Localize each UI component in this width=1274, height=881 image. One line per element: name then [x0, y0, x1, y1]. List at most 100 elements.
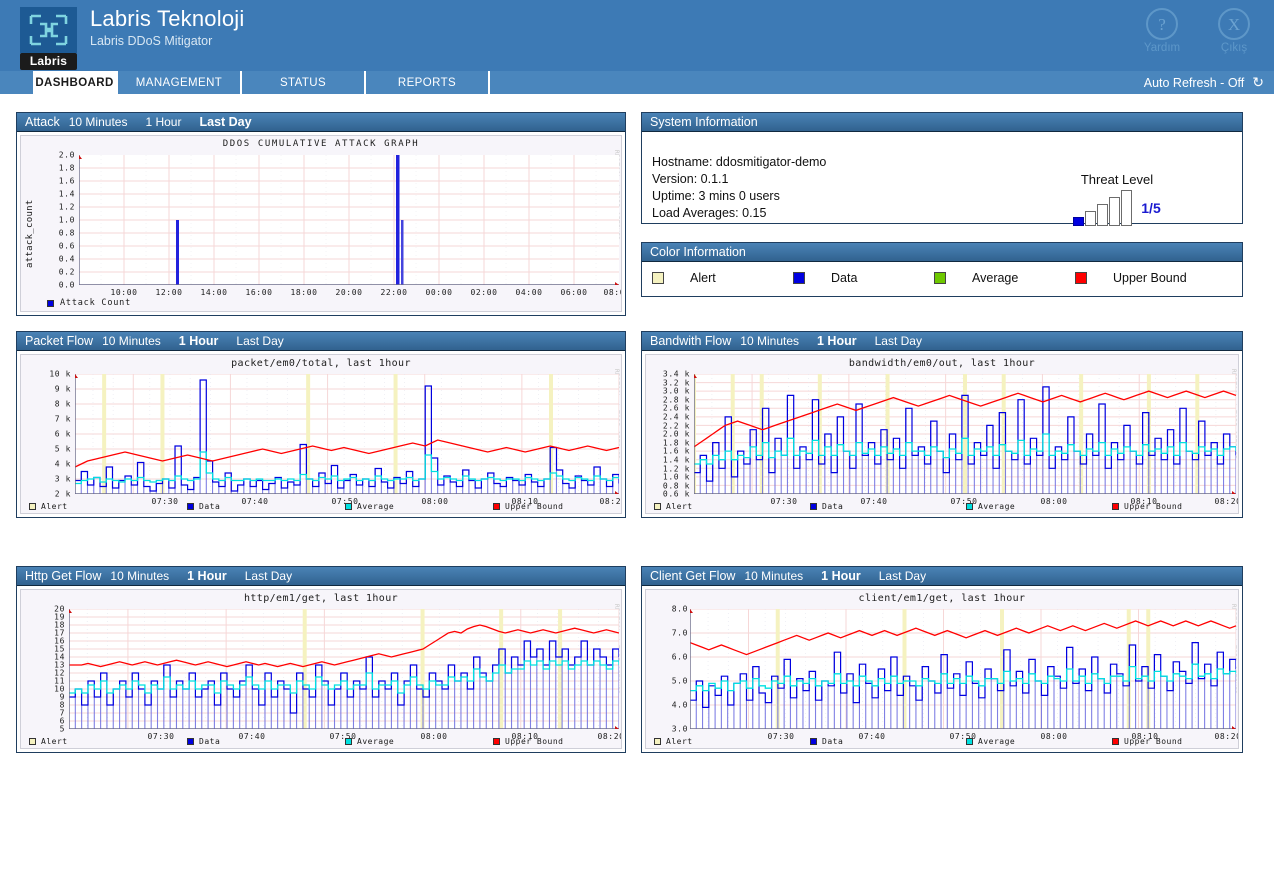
client-get-flow-tab-1-hour[interactable]: 1 Hour: [812, 569, 870, 583]
bandwith-flow-tab-1-hour[interactable]: 1 Hour: [808, 334, 866, 348]
bandwith-flow-tab-last-day[interactable]: Last Day: [866, 334, 931, 348]
client-get-flow-tab-last-day[interactable]: Last Day: [870, 569, 935, 583]
bandwith-flow-tab-10-minutes[interactable]: 10 Minutes: [731, 334, 808, 348]
threat-bar-3: [1097, 204, 1109, 226]
y-tick: 4 k: [54, 459, 71, 469]
legend-item-upper-bound: Upper Bound: [493, 502, 563, 511]
y-tick: 0.2: [58, 267, 75, 277]
color-label-data: Data: [831, 271, 858, 285]
panel-client-get-flow-header: Client Get Flow 10 Minutes 1 Hour Last D…: [642, 567, 1242, 586]
refresh-icon[interactable]: ↻: [1252, 74, 1264, 91]
attack-plot: [79, 155, 619, 285]
client-get-flow-chart-title: client/em1/get, last 1hour: [858, 593, 1026, 604]
help-button[interactable]: ? Yardım: [1136, 8, 1188, 54]
attack-legend: Attack Count: [47, 298, 131, 308]
main-tabbar: DASHBOARD MANAGEMENT STATUS REPORTS Auto…: [0, 71, 1274, 94]
attack-tab-1-hour[interactable]: 1 Hour: [136, 115, 190, 129]
exit-button[interactable]: X Çıkış: [1208, 8, 1260, 54]
auto-refresh-toggle[interactable]: Auto Refresh - Off ↻: [1144, 71, 1274, 94]
legend-item-upper-bound: Upper Bound: [1112, 737, 1182, 746]
bandwith-flow-chart[interactable]: bandwidth/em0/out, last 1hour RRDTOOL / …: [645, 354, 1239, 514]
x-tick: 00:00: [425, 288, 453, 297]
legend-swatch-data: [810, 503, 817, 510]
legend-label-data: Data: [199, 737, 221, 746]
y-tick: 9 k: [54, 384, 71, 394]
panel-system-information: System Information Hostname: ddosmitigat…: [641, 112, 1243, 226]
packet-flow-tab-10-minutes[interactable]: 10 Minutes: [93, 334, 170, 348]
color-item-average: Average: [934, 271, 1075, 285]
legend-swatch-alert: [29, 738, 36, 745]
color-swatch-alert: [652, 272, 664, 284]
tab-reports[interactable]: REPORTS: [366, 71, 490, 94]
attack-tab-10-minutes[interactable]: 10 Minutes: [60, 115, 137, 129]
legend-item-alert: Alert: [654, 502, 810, 511]
attack-chart[interactable]: DDOS CUMULATIVE ATTACK GRAPH RRDTOOL / T…: [20, 135, 622, 312]
panel-system-information-title: System Information: [650, 115, 758, 129]
legend-label-alert: Alert: [666, 737, 693, 746]
color-label-average: Average: [972, 271, 1019, 285]
legend-swatch-alert: [654, 503, 661, 510]
legend-swatch-data: [810, 738, 817, 745]
y-tick: 5: [59, 724, 65, 734]
http-get-flow-tab-10-minutes[interactable]: 10 Minutes: [101, 569, 178, 583]
legend-label-data: Data: [199, 502, 221, 511]
y-tick: 0.6: [58, 241, 75, 251]
panel-client-get-flow-body: client/em1/get, last 1hour RRDTOOL / TOB…: [642, 586, 1242, 752]
panel-attack-body: DDOS CUMULATIVE ATTACK GRAPH RRDTOOL / T…: [17, 132, 625, 315]
threat-level-bars: 1/5: [1042, 190, 1192, 226]
tabbar-filler: [490, 71, 1144, 94]
tab-status[interactable]: STATUS: [242, 71, 366, 94]
color-item-upper-bound: Upper Bound: [1075, 271, 1216, 285]
http-get-flow-chart[interactable]: http/em1/get, last 1hour RRDTOOL / TOBI …: [20, 589, 622, 749]
y-tick: 6 k: [54, 429, 71, 439]
y-tick: 8.0: [671, 604, 688, 614]
panel-packet-flow-title: Packet Flow: [25, 334, 94, 348]
client-get-flow-tab-10-minutes[interactable]: 10 Minutes: [735, 569, 812, 583]
tab-management[interactable]: MANAGEMENT: [118, 71, 242, 94]
panel-http-get-flow-header: Http Get Flow 10 Minutes 1 Hour Last Day: [17, 567, 625, 586]
brand-subtitle: Labris DDoS Mitigator: [90, 34, 213, 48]
attack-tab-last-day[interactable]: Last Day: [190, 115, 260, 129]
packet-flow-chart[interactable]: packet/em0/total, last 1hour RRDTOOL / T…: [20, 354, 622, 514]
system-information-body: Hostname: ddosmitigator-demo Version: 0.…: [642, 132, 1242, 232]
http-get-flow-tab-last-day[interactable]: Last Day: [236, 569, 301, 583]
app-logo: Labris: [20, 7, 77, 70]
legend-swatch-upper-bound: [493, 503, 500, 510]
legend-item-upper-bound: Upper Bound: [493, 737, 563, 746]
legend-label-average: Average: [357, 737, 395, 746]
color-label-alert: Alert: [690, 271, 716, 285]
http-get-flow-chart-title: http/em1/get, last 1hour: [243, 593, 399, 604]
client-get-flow-chart[interactable]: client/em1/get, last 1hour RRDTOOL / TOB…: [645, 589, 1239, 749]
panel-packet-flow-body: packet/em0/total, last 1hour RRDTOOL / T…: [17, 351, 625, 517]
legend-swatch-attack-count: [47, 299, 54, 307]
legend-label-upper-bound: Upper Bound: [505, 737, 564, 746]
x-tick: 18:00: [290, 288, 318, 297]
panel-color-information: Color Information Alert Data Average Upp…: [641, 242, 1243, 297]
x-tick: 14:00: [200, 288, 228, 297]
brand-title: Labris Teknoloji: [90, 6, 245, 31]
color-information-body: Alert Data Average Upper Bound: [642, 262, 1242, 294]
bandwith-flow-chart-title: bandwidth/em0/out, last 1hour: [848, 358, 1036, 369]
color-swatch-average: [934, 272, 946, 284]
threat-bar-1: [1073, 217, 1085, 226]
header-actions: ? Yardım X Çıkış: [1136, 8, 1260, 54]
x-tick: 08:00: [603, 288, 621, 297]
legend-label-data: Data: [822, 502, 844, 511]
hostname-line: Hostname: ddosmitigator-demo: [652, 155, 827, 169]
x-tick: 12:00: [155, 288, 183, 297]
legend-swatch-average: [966, 738, 973, 745]
x-tick: 04:00: [515, 288, 543, 297]
color-swatch-data: [793, 272, 805, 284]
panel-bandwith-flow-title: Bandwith Flow: [650, 334, 732, 348]
tab-dashboard[interactable]: DASHBOARD: [33, 71, 118, 94]
packet-flow-tab-1-hour[interactable]: 1 Hour: [170, 334, 228, 348]
panel-bandwith-flow-header: Bandwith Flow 10 Minutes 1 Hour Last Day: [642, 332, 1242, 351]
panel-attack-tabs: 10 Minutes 1 Hour Last Day: [60, 115, 261, 129]
y-tick: 1.8: [58, 163, 75, 173]
http-get-flow-tab-1-hour[interactable]: 1 Hour: [178, 569, 236, 583]
legend-label-average: Average: [978, 737, 1016, 746]
packet-flow-tab-last-day[interactable]: Last Day: [227, 334, 292, 348]
auto-refresh-label: Auto Refresh - Off: [1143, 75, 1245, 90]
legend-label-upper-bound: Upper Bound: [1124, 737, 1183, 746]
color-label-upper-bound: Upper Bound: [1113, 271, 1187, 285]
